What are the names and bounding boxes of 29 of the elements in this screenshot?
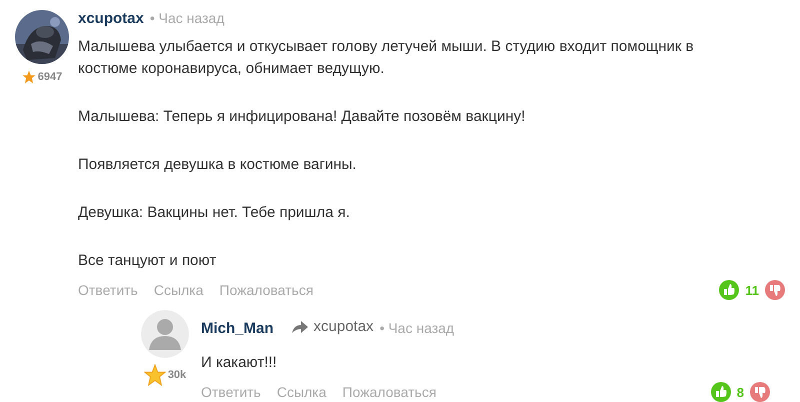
thumbs-down-icon[interactable]	[750, 382, 770, 402]
thumbs-up-icon[interactable]	[710, 382, 731, 402]
comment-action-link[interactable]: Пожаловаться	[342, 384, 436, 400]
star-icon	[22, 70, 36, 84]
comment-action-link[interactable]: Ссылка	[276, 384, 326, 400]
thumbs-up-icon[interactable]	[719, 280, 740, 300]
username[interactable]: Mich_Man	[201, 320, 274, 336]
timestamp: • Час назад	[380, 320, 454, 336]
comment-text: Появляется девушка в костюме вагины.	[78, 155, 358, 175]
timestamp: • Час назад	[150, 10, 224, 26]
vote-score: 11	[745, 282, 759, 298]
username[interactable]: xcupotax	[78, 10, 144, 27]
comment-action-link[interactable]: Ответить	[201, 384, 261, 400]
comment-text: И какают!!!	[201, 353, 278, 373]
vote-score: 8	[736, 384, 744, 400]
thumbs-down-icon[interactable]	[765, 280, 785, 300]
comment-action-link[interactable]: Ответить	[78, 282, 138, 298]
reply-arrow-icon	[292, 320, 308, 332]
comment-text: Малышева: Теперь я инфицирована! Давайте позовём вакцину!	[78, 107, 526, 127]
user-rating: 30k	[168, 369, 186, 381]
comment-action-link[interactable]: Ссылка	[154, 282, 204, 298]
reply-to-username[interactable]: xcupotax	[314, 318, 374, 335]
avatar-icon	[141, 310, 189, 358]
comment-text: Все танцуют и поют	[78, 251, 218, 271]
star-icon	[144, 364, 166, 386]
comment-text: Девушка: Вакцины нет. Тебе пришла я.	[78, 203, 351, 223]
comment-text: Малышева улыбается и откусывает голову летучей мыши. В студию входит помощник в костюме коронавируса, обнимает ведущую.	[78, 37, 695, 79]
user-rating: 6947	[38, 71, 62, 83]
comment-action-link[interactable]: Пожаловаться	[219, 282, 314, 298]
